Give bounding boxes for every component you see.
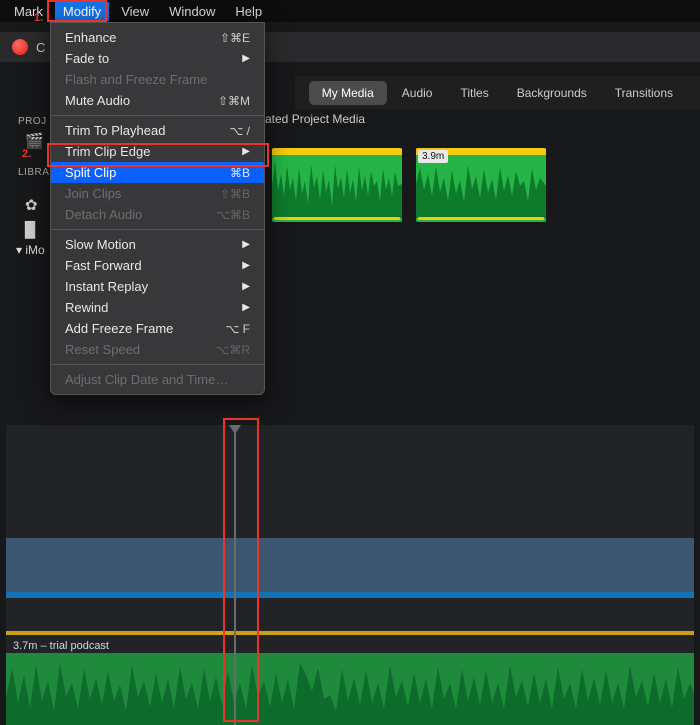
menu-item-rewind[interactable]: Rewind▶ [51,297,264,318]
waveform-icon [272,156,402,218]
menu-item-detach-audio: Detach Audio⌥⌘B [51,204,264,225]
menu-mark[interactable]: Mark [6,2,51,21]
menu-window[interactable]: Window [161,2,223,21]
menu-item-split-clip[interactable]: Split Clip⌘B [51,162,264,183]
chevron-right-icon: ▶ [242,146,250,157]
waveform-icon [416,156,546,218]
record-icon[interactable] [12,39,28,55]
library-icon[interactable]: ▉ [25,221,37,239]
gear-icon[interactable]: ✿ [25,196,38,214]
audio-level-bar [274,217,400,220]
sidebar-section-libraries: LIBRA [18,167,49,178]
media-clip[interactable]: 3.9m [416,148,546,222]
tab-titles[interactable]: Titles [447,81,501,105]
media-header: ated Project Media [265,112,365,126]
menu-separator [51,115,264,116]
tab-my-media[interactable]: My Media [309,81,387,105]
chevron-right-icon: ▶ [242,302,250,313]
chevron-right-icon: ▶ [242,53,250,64]
modify-menu: Enhance⇧⌘E Fade to▶ Flash and Freeze Fra… [50,22,265,395]
menu-view[interactable]: View [113,2,157,21]
menu-help[interactable]: Help [227,2,270,21]
menu-item-enhance[interactable]: Enhance⇧⌘E [51,27,264,48]
menu-item-adjust-date: Adjust Clip Date and Time… [51,369,264,390]
waveform-icon [6,653,694,725]
menu-item-instant-replay[interactable]: Instant Replay▶ [51,276,264,297]
playhead[interactable] [234,425,236,725]
menu-item-trim-clip-edge[interactable]: Trim Clip Edge▶ [51,141,264,162]
sidebar-section-projects: PROJ [18,116,47,127]
media-tabs: My Media Audio Titles Backgrounds Transi… [295,76,700,109]
media-thumbnails: 3.9m [272,148,546,222]
menu-item-add-freeze-frame[interactable]: Add Freeze Frame⌥ F [51,318,264,339]
menu-item-fade-to[interactable]: Fade to▶ [51,48,264,69]
tab-transitions[interactable]: Transitions [602,81,686,105]
menu-item-slow-motion[interactable]: Slow Motion▶ [51,234,264,255]
sidebar-item-imovie[interactable]: ▾ iMo [16,243,45,257]
chevron-right-icon: ▶ [242,239,250,250]
timeline[interactable]: 3.7m – trial podcast [6,425,694,725]
chevron-right-icon: ▶ [242,281,250,292]
menu-modify[interactable]: Modify [55,2,109,21]
menu-separator [51,364,264,365]
clip-duration-badge: 3.9m [418,150,448,163]
chevron-right-icon: ▶ [242,260,250,271]
tab-audio[interactable]: Audio [389,81,446,105]
audio-level-bar [418,217,544,220]
timeline-audio-track[interactable] [6,653,694,725]
menu-item-fast-forward[interactable]: Fast Forward▶ [51,255,264,276]
menu-item-reset-speed: Reset Speed⌥⌘R [51,339,264,360]
timeline-clip-label: 3.7m – trial podcast [13,640,109,652]
timeline-video-track[interactable] [6,538,694,598]
menu-item-trim-playhead[interactable]: Trim To Playhead⌥ / [51,120,264,141]
menu-item-mute-audio[interactable]: Mute Audio⇧⌘M [51,90,264,111]
tab-backgrounds[interactable]: Backgrounds [504,81,600,105]
menu-item-join-clips: Join Clips⇧⌘B [51,183,264,204]
annotation-label-1: 1. [34,12,43,24]
annotation-label-2: 2. [22,148,31,160]
timeline-audio-divider [6,631,694,635]
menu-separator [51,229,264,230]
record-label: C [36,40,45,55]
media-clip[interactable] [272,148,402,222]
menu-item-flash-freeze: Flash and Freeze Frame [51,69,264,90]
menubar: Mark Modify View Window Help [0,0,700,22]
audio-waveform-top [272,148,402,155]
